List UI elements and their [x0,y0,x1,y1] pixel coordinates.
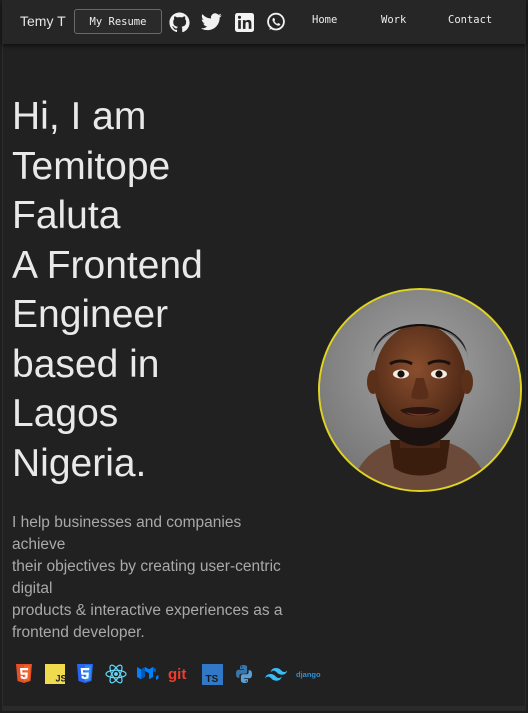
hero-line: Faluta [12,194,121,237]
react-icon [104,662,128,686]
my-resume-button[interactable]: My Resume [74,9,162,34]
mui-icon [136,662,160,686]
hero-line: Lagos [12,392,119,435]
python-icon [232,662,256,686]
intro-line: their objectives by creating user-centri… [12,558,281,575]
page-bottom-edge [2,706,526,711]
git-icon: git [167,662,193,686]
twitter-icon[interactable] [200,11,222,33]
intro-line: digital [12,580,53,597]
django-label: django [296,670,321,679]
hero-line: Temitope [12,144,171,188]
typescript-label: TS [205,674,218,685]
git-label: git [168,666,186,683]
intro-line: frontend developer. [12,624,145,641]
brand-name[interactable]: Temy T [20,13,66,29]
profile-photo [318,288,522,492]
hero-line: Nigeria. [12,441,147,485]
linkedin-icon[interactable] [233,11,255,33]
intro-line: achieve [12,536,66,553]
whatsapp-icon[interactable] [265,11,287,33]
django-icon: django [294,662,324,686]
hero-line: based in [12,342,160,386]
nav-link-work[interactable]: Work [381,14,406,26]
intro-paragraph: I help businesses and companies achieve … [12,512,322,644]
javascript-icon: JS [43,662,67,686]
hero-line: A Frontend [12,243,203,287]
hero-heading: Hi, I am Temitope Faluta A Frontend Engi… [12,92,312,488]
intro-line: I help businesses and companies [12,514,242,531]
hero-line: Hi, I am [12,95,147,138]
css3-icon [73,662,97,686]
tailwind-icon [264,662,288,686]
intro-line: products & interactive experiences as a [12,602,283,619]
github-icon[interactable] [168,11,190,33]
html5-icon [12,662,36,686]
typescript-icon: TS [200,662,224,686]
nav-link-home[interactable]: Home [312,14,337,26]
navbar: Temy T My Resume Home Work Contact [2,0,526,44]
nav-link-contact[interactable]: Contact [448,14,492,26]
hero-line: Engineer [12,293,169,336]
javascript-label: JS [56,674,66,684]
